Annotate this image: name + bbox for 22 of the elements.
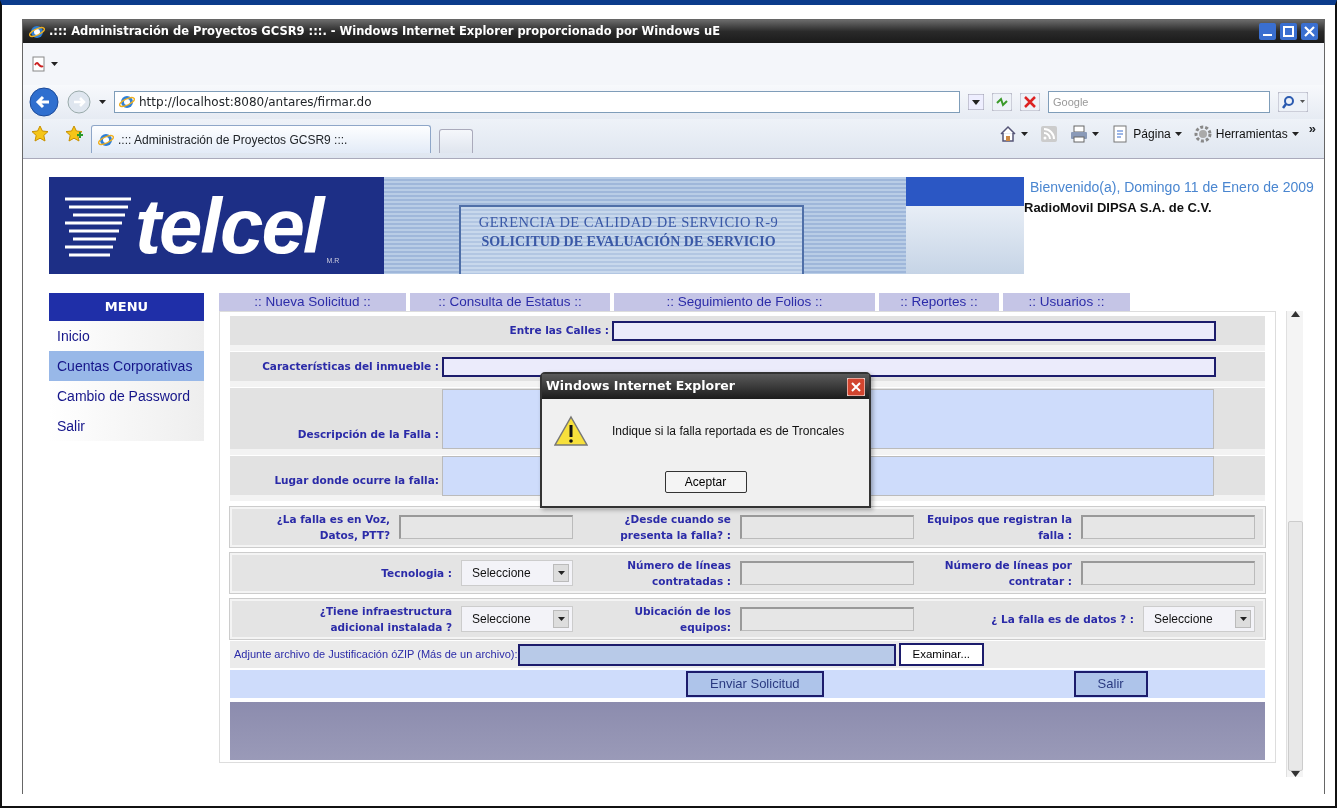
field-label: Entre las Calles : [508, 322, 610, 338]
field-label: Lugar donde ocurre la falla: [273, 473, 440, 489]
welcome-text: Bienvenido(a), Domingo 11 de Enero de 2009 [1030, 178, 1314, 197]
field-label: Número de líneas contratadas : [626, 558, 732, 589]
field-label: Número de líneas por contratar : [943, 558, 1073, 589]
field-label: Características del inmueble : [261, 358, 440, 374]
company-name: RadioMovil DIPSA S.A. de C.V. [1024, 199, 1213, 217]
field-label: ¿ La falla es de datos ? : [991, 612, 1135, 628]
dialog-message: Indique si la falla reportada es de Troncales [612, 423, 845, 440]
banner-title: SOLICITUD DE EVALUACIÓN DE SERVICIO [480, 232, 777, 251]
window-title: .::: Administración de Proyectos GCSR9 :::. - Windows Internet Explorer proporcionado por Windows uE [49, 22, 721, 40]
field-label: Tecnologia : [381, 566, 453, 582]
field-label: Ubicación de los equipos: [633, 604, 732, 635]
field-label: ¿Tiene infraestructura adicional instalada ? [318, 604, 453, 635]
field-label: Descripción de la Falla : [296, 427, 440, 443]
field-label: ¿Desde cuando se presenta la falla? : [619, 512, 732, 543]
dialog-title: Windows Internet Explorer [546, 377, 735, 396]
field-label: Adjunte archivo de Justificación óZIP (Más de un archivo): [233, 647, 518, 663]
field-label: ¿La falla es en Voz, Datos, PTT? [275, 512, 391, 543]
banner-title: GERENCIA DE CALIDAD DE SERVICIO R-9 [477, 213, 780, 232]
field-label: Equipos que registran la falla : [926, 512, 1073, 543]
menu-header: MENU [49, 293, 204, 321]
